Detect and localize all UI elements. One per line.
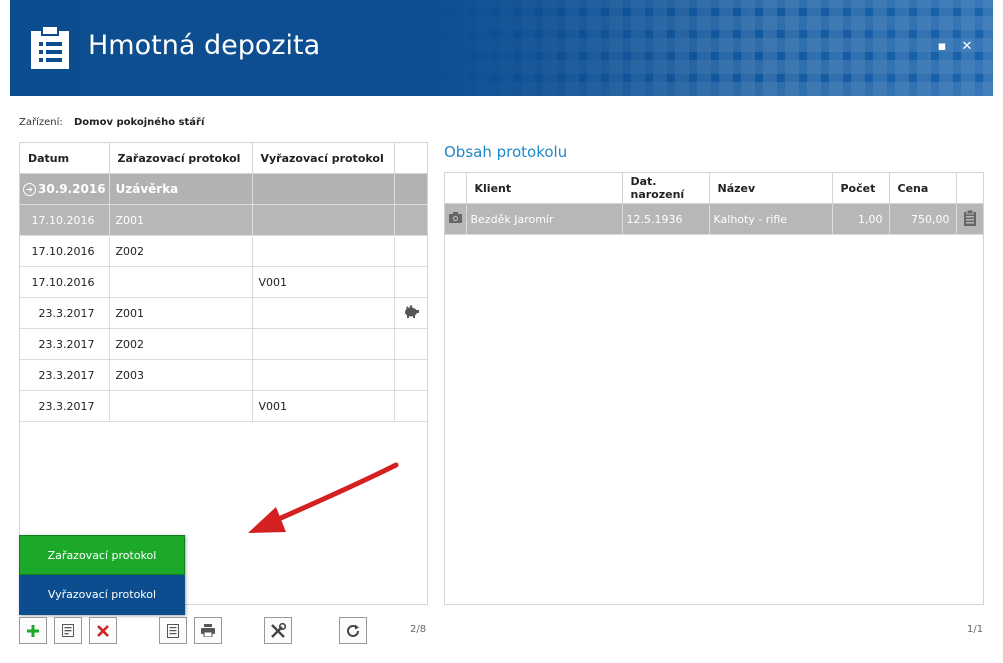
print-icon [201, 624, 215, 637]
row-date: 17.10.2016 [20, 266, 110, 298]
expand-arrow-icon[interactable]: ➔ [23, 183, 36, 196]
header-pattern [433, 0, 993, 96]
delete-icon [97, 624, 109, 637]
column-header-out-protocol[interactable]: Vyřazovací protokol [252, 143, 395, 174]
row-out-protocol: V001 [252, 390, 395, 422]
protocol-content-panel: Klient Dat. narození Název Počet Cena Be… [444, 172, 984, 605]
row-date: 23.3.2017 [20, 297, 110, 329]
row-birth-date: 12.5.1936 [622, 203, 710, 235]
row-in-protocol: Z003 [109, 359, 253, 391]
camera-icon[interactable] [448, 212, 462, 223]
add-button[interactable] [19, 617, 47, 644]
table-header: Datum Zařazovací protokol Vyřazovací pro… [20, 143, 427, 174]
row-price: 750,00 [889, 203, 957, 235]
left-pager: 2/8 [410, 624, 427, 635]
clipboard-icon [31, 25, 69, 69]
table-row[interactable]: 23.3.2017 Z002 [20, 328, 427, 360]
column-header-in-protocol[interactable]: Zařazovací protokol [109, 143, 253, 174]
add-icon [27, 624, 39, 637]
row-out-protocol [252, 328, 395, 360]
group-row-closing[interactable]: ➔ 30.9.2016 Uzávěrka [20, 173, 427, 205]
row-date: 23.3.2017 [20, 390, 110, 422]
edit-icon [62, 624, 74, 637]
group-label: Uzávěrka [109, 173, 253, 205]
document-icon [167, 623, 179, 638]
row-out-protocol [252, 359, 395, 391]
row-in-protocol: Z002 [109, 328, 253, 360]
column-header-birth-date[interactable]: Dat. narození [622, 173, 710, 204]
group-date: 30.9.2016 [38, 182, 106, 196]
row-date: 17.10.2016 [20, 235, 110, 267]
table-row[interactable]: 17.10.2016 Z001 [20, 204, 427, 236]
protocol-content-table: Klient Dat. narození Název Počet Cena Be… [445, 173, 983, 235]
column-header-price[interactable]: Cena [889, 173, 957, 204]
table-row[interactable]: 23.3.2017 Z001 [20, 297, 427, 329]
protocol-content-title: Obsah protokolu [444, 143, 568, 161]
clipboard-icon[interactable] [963, 209, 976, 226]
facility-value: Domov pokojného stáří [74, 117, 205, 128]
row-out-protocol [252, 235, 395, 267]
piggy-bank-icon[interactable] [403, 305, 419, 318]
table-header: Klient Dat. narození Název Počet Cena [445, 173, 983, 204]
row-date: 23.3.2017 [20, 359, 110, 391]
row-client: Bezděk Jaromír [466, 203, 623, 235]
column-header-count[interactable]: Počet [832, 173, 890, 204]
menu-item-in-protocol[interactable]: Zařazovací protokol [19, 535, 185, 575]
tools-icon [271, 622, 286, 638]
document-button[interactable] [159, 617, 187, 644]
row-in-protocol [109, 266, 253, 298]
column-header-date[interactable]: Datum [20, 143, 110, 174]
column-header-item-name[interactable]: Název [709, 173, 833, 204]
facility-label: Zařízení: [19, 117, 63, 128]
close-button[interactable]: ✕ [960, 40, 974, 54]
row-date: 17.10.2016 [20, 204, 110, 236]
row-date: 23.3.2017 [20, 328, 110, 360]
red-arrow-annotation [248, 462, 399, 533]
row-out-protocol: V001 [252, 266, 395, 298]
add-protocol-menu: Zařazovací protokol Vyřazovací protokol [19, 535, 185, 615]
tools-button[interactable] [264, 617, 292, 644]
row-in-protocol: Z002 [109, 235, 253, 267]
print-button[interactable] [194, 617, 222, 644]
delete-button[interactable] [89, 617, 117, 644]
column-header-icon [394, 143, 427, 174]
protocol-table: Datum Zařazovací protokol Vyřazovací pro… [20, 143, 427, 422]
row-item-name: Kalhoty - rifle [709, 203, 833, 235]
row-out-protocol [252, 204, 395, 236]
refresh-icon [347, 624, 359, 637]
maximize-button[interactable]: ▪ [935, 40, 949, 54]
refresh-button[interactable] [339, 617, 367, 644]
table-row[interactable]: Bezděk Jaromír 12.5.1936 Kalhoty - rifle… [445, 203, 983, 235]
row-count: 1,00 [832, 203, 890, 235]
column-header-client[interactable]: Klient [466, 173, 623, 204]
row-in-protocol: Z001 [109, 297, 253, 329]
table-row[interactable]: 23.3.2017 V001 [20, 390, 427, 422]
row-in-protocol [109, 390, 253, 422]
page-title: Hmotná depozita [88, 30, 321, 61]
row-out-protocol [252, 297, 395, 329]
right-pager: 1/1 [967, 624, 984, 635]
table-row[interactable]: 23.3.2017 Z003 [20, 359, 427, 391]
menu-item-out-protocol[interactable]: Vyřazovací protokol [19, 575, 185, 615]
group-date-cell: ➔ 30.9.2016 [20, 173, 110, 205]
table-row[interactable]: 17.10.2016 V001 [20, 266, 427, 298]
table-row[interactable]: 17.10.2016 Z002 [20, 235, 427, 267]
edit-button[interactable] [54, 617, 82, 644]
app-header: Hmotná depozita ▪ ✕ [10, 0, 993, 96]
facility-info: Zařízení: Domov pokojného stáří [19, 117, 204, 128]
row-in-protocol: Z001 [109, 204, 253, 236]
